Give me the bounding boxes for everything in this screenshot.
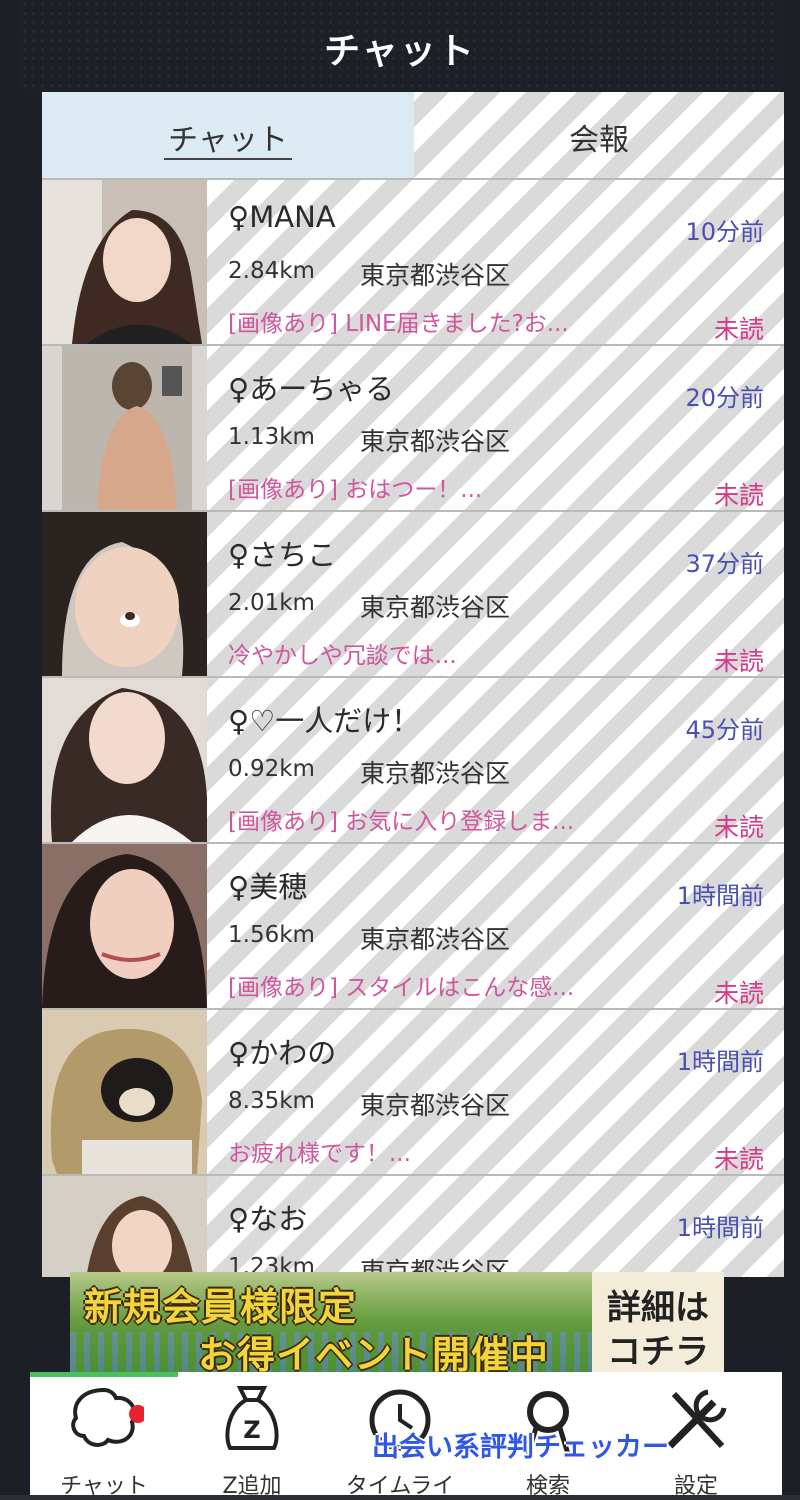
tab-chat[interactable]: チャット	[42, 92, 414, 180]
chat-distance: 8.35km	[228, 1088, 315, 1114]
tab-chat-label: チャット	[164, 123, 292, 160]
nav-add-points[interactable]: Z Z追加	[178, 1380, 326, 1499]
chat-message-preview: [画像あり] LINE届きました?お...	[228, 311, 569, 337]
unread-badge: 未読	[713, 813, 764, 842]
chat-row[interactable]: ♀なお 1時間前 1.23km 東京都渋谷区	[42, 1174, 784, 1277]
svg-text:Z: Z	[243, 1416, 260, 1444]
unread-badge: 未読	[713, 1145, 764, 1174]
nav-chat[interactable]: チャット	[30, 1380, 178, 1499]
chat-message-preview: [画像あり] お気に入り登録しま...	[228, 809, 575, 835]
banner-details-button[interactable]: 詳細は コチラ	[592, 1272, 724, 1372]
banner-subheadline: お得イベント開催中	[198, 1333, 550, 1372]
unread-badge: 未読	[713, 647, 764, 676]
chat-time: 37分前	[685, 550, 764, 578]
chat-content: チャット 会報 ♀MANA 10分前 2.84km 東京都渋谷区 [画像あり] …	[42, 92, 784, 1277]
chat-name: ♀美穂	[228, 870, 308, 904]
unread-badge: 未読	[713, 481, 764, 510]
banner-headline: 新規会員様限定	[84, 1285, 358, 1329]
nav-timeline-label: タイムライ	[345, 1474, 455, 1499]
chat-area: 東京都渋谷区	[360, 1091, 511, 1120]
tab-bar: チャット 会報	[42, 92, 784, 180]
avatar[interactable]	[42, 678, 207, 842]
nav-chat-label: チャット	[60, 1474, 148, 1499]
chat-time: 45分前	[685, 716, 764, 744]
chat-row[interactable]: ♀美穂 1時間前 1.56km 東京都渋谷区 [画像あり] スタイルはこんな感.…	[42, 842, 784, 1008]
avatar[interactable]	[42, 1010, 207, 1174]
chat-row[interactable]: ♀あーちゃる 20分前 1.13km 東京都渋谷区 [画像あり] おはつー！..…	[42, 344, 784, 510]
chat-name: ♀MANA	[228, 200, 336, 234]
chat-message-preview: お疲れ様です！...	[228, 1141, 411, 1167]
avatar[interactable]	[42, 844, 207, 1008]
chat-distance: 2.84km	[228, 258, 315, 284]
page-title: チャット	[324, 31, 476, 72]
chat-distance: 1.13km	[228, 424, 315, 450]
chat-time: 1時間前	[676, 1214, 764, 1242]
chat-message-preview: [画像あり] おはつー！...	[228, 477, 483, 503]
chat-area: 東京都渋谷区	[360, 759, 511, 788]
avatar[interactable]	[42, 512, 207, 676]
promo-banner[interactable]: 新規会員様限定 お得イベント開催中 詳細は コチラ	[70, 1272, 724, 1372]
avatar[interactable]	[42, 180, 207, 344]
avatar[interactable]	[42, 346, 207, 510]
tab-bulletin[interactable]: 会報	[414, 92, 784, 180]
phone-screen: チャット チャット 会報 ♀MANA 10分前 2.84km 東京都渋谷区 [画…	[0, 0, 800, 1499]
active-tab-indicator	[30, 1372, 178, 1377]
chat-time: 10分前	[685, 218, 764, 246]
chat-row[interactable]: ♀♡一人だけ！ 45分前 0.92km 東京都渋谷区 [画像あり] お気に入り登…	[42, 676, 784, 842]
chat-name: ♀さちこ	[228, 538, 337, 572]
chat-area: 東京都渋谷区	[360, 925, 511, 954]
chat-row[interactable]: ♀MANA 10分前 2.84km 東京都渋谷区 [画像あり] LINE届きまし…	[42, 178, 784, 344]
unread-badge: 未読	[713, 315, 764, 344]
nav-search-label: 検索	[525, 1474, 570, 1499]
chat-time: 1時間前	[676, 1048, 764, 1076]
nav-settings-label: 設定	[673, 1474, 718, 1499]
chat-distance: 0.92km	[228, 756, 315, 782]
chat-name: ♀かわの	[228, 1036, 337, 1070]
chat-name: ♀なお	[228, 1202, 308, 1236]
chat-row[interactable]: ♀さちこ 37分前 2.01km 東京都渋谷区 冷やかしや冗談では... 未読	[42, 510, 784, 676]
app-header: チャット	[20, 0, 780, 92]
chat-area: 東京都渋谷区	[360, 427, 511, 456]
chat-area: 東京都渋谷区	[360, 593, 511, 622]
avatar[interactable]	[42, 1176, 207, 1277]
banner-cta-line2: コチラ	[607, 1332, 709, 1372]
chat-time: 1時間前	[676, 882, 764, 910]
chat-row[interactable]: ♀かわの 1時間前 8.35km 東京都渋谷区 お疲れ様です！... 未読	[42, 1008, 784, 1174]
banner-cta-line1: 詳細は	[607, 1288, 709, 1328]
chat-time: 20分前	[685, 384, 764, 412]
unread-badge: 未読	[713, 979, 764, 1008]
chat-message-preview: [画像あり] スタイルはこんな感...	[228, 975, 575, 1001]
chat-name: ♀あーちゃる	[228, 372, 395, 406]
watermark: 出会い系評判チェッカー	[372, 1432, 669, 1463]
chat-name: ♀♡一人だけ！	[228, 704, 421, 738]
chat-area: 東京都渋谷区	[360, 261, 511, 290]
chat-message-preview: 冷やかしや冗談では...	[228, 643, 457, 669]
nav-add-points-label: Z追加	[222, 1474, 282, 1499]
chat-distance: 2.01km	[228, 590, 315, 616]
chat-distance: 1.56km	[228, 922, 315, 948]
